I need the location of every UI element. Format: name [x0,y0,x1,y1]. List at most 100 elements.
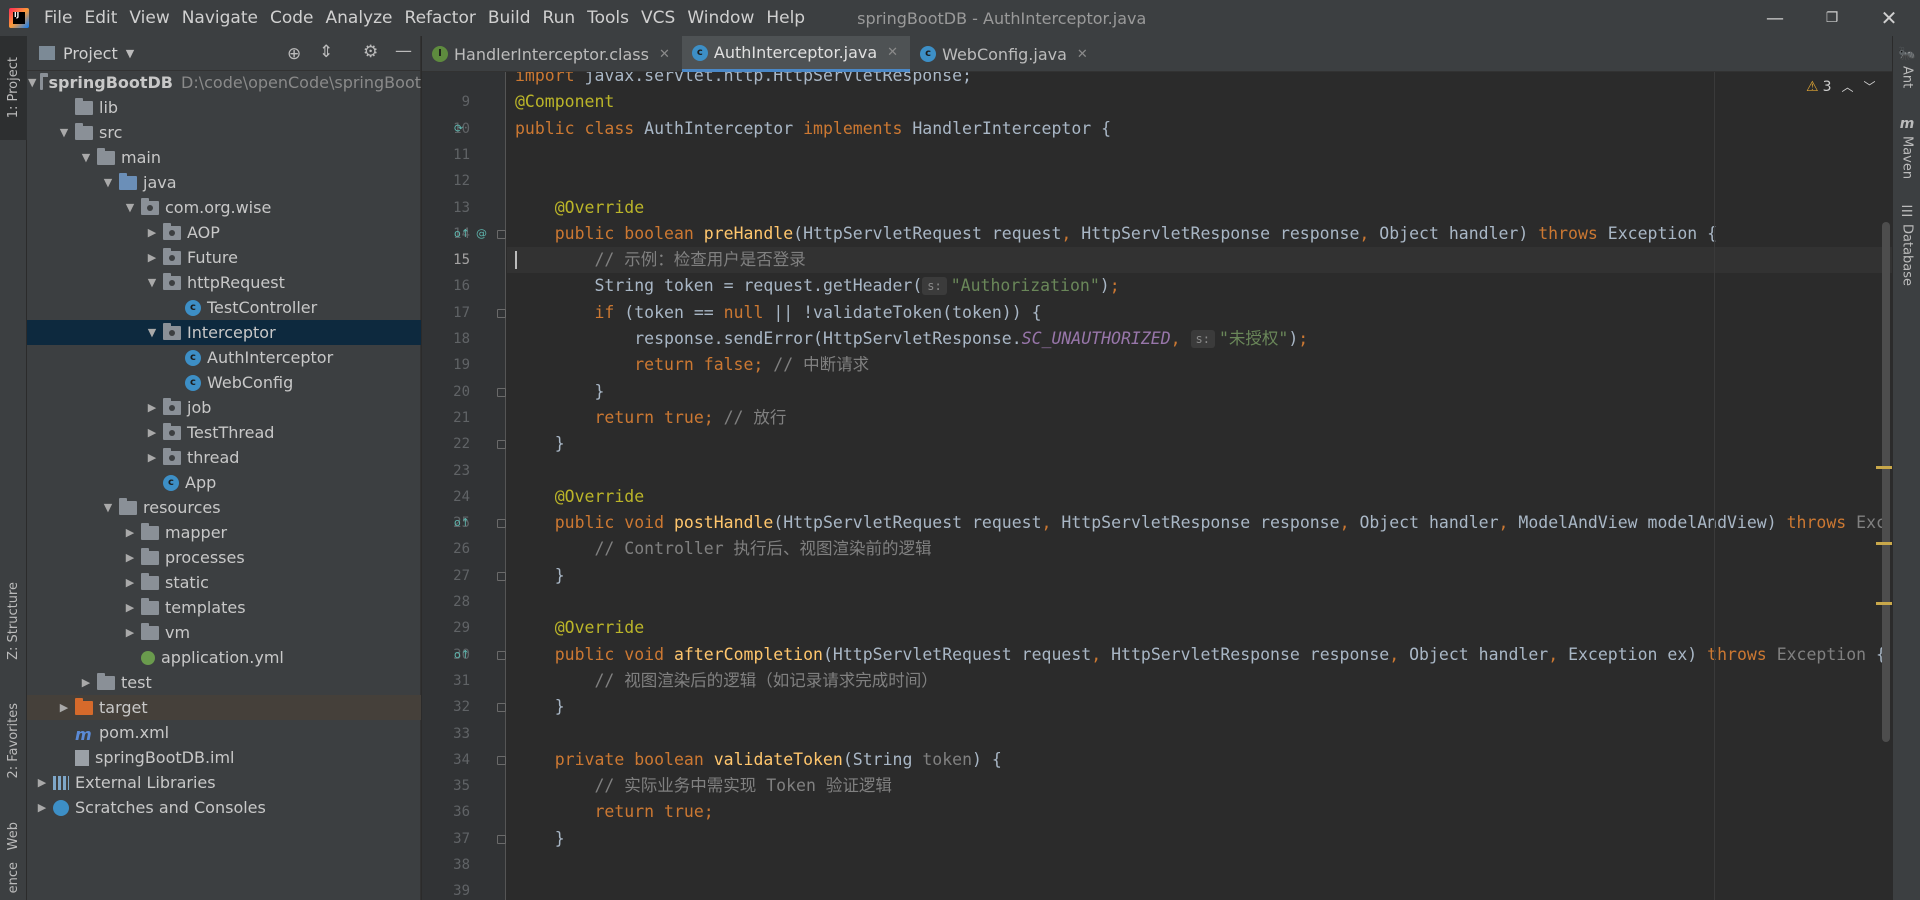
line-number[interactable]: 16 [444,273,470,299]
error-stripe-marker[interactable] [1876,466,1892,469]
chevron-down-icon[interactable]: ﹀ [1864,78,1876,95]
error-stripe-marker[interactable] [1876,542,1892,545]
line-number[interactable] [444,63,470,89]
chevron-down-icon[interactable]: ▼ [57,126,71,140]
fold-marker-icon[interactable] [497,650,506,660]
implements-method-icon[interactable]: o↑ [454,516,470,529]
tree-item[interactable]: ▶ AOP [27,220,421,245]
line-number[interactable]: 15 [444,247,470,273]
tree-item[interactable]: application.yml [27,645,421,670]
tree-item[interactable]: ▶ vm [27,620,421,645]
collapse-all-icon[interactable]: ⇕ [319,42,333,62]
project-view-selector[interactable]: Project [63,44,118,63]
chevron-right-icon[interactable]: ▶ [35,776,49,790]
line-number[interactable]: 26 [444,536,470,562]
spring-bean-icon[interactable]: ⟳ [454,122,463,135]
close-icon[interactable]: ✕ [1861,0,1917,36]
line-number[interactable]: 17 [444,300,470,326]
line-number[interactable]: 9 [444,89,470,115]
fold-marker-icon[interactable] [497,229,506,239]
menu-edit[interactable]: Edit [79,0,124,36]
chevron-right-icon[interactable]: ▶ [57,701,71,715]
tree-item[interactable]: ▶ static [27,570,421,595]
tree-item[interactable]: ▶ test [27,670,421,695]
tree-item[interactable]: c AuthInterceptor [27,345,421,370]
line-number[interactable]: 21 [444,405,470,431]
line-number[interactable]: 11 [444,142,470,168]
tree-item[interactable]: c App [27,470,421,495]
chevron-right-icon[interactable]: ▶ [123,601,137,615]
tree-item[interactable]: ▼ main [27,145,421,170]
close-tab-icon[interactable]: ✕ [659,47,670,62]
chevron-right-icon[interactable]: ▶ [145,226,159,240]
line-number[interactable]: 37 [444,826,470,852]
menu-refactor[interactable]: Refactor [400,0,483,36]
line-number[interactable]: 12 [444,168,470,194]
tree-item[interactable]: ▶ mapper [27,520,421,545]
line-number[interactable]: 38 [444,852,470,878]
tree-item[interactable]: ▶ TestThread [27,420,421,445]
line-number[interactable]: 35 [444,773,470,799]
line-number[interactable]: 27 [444,563,470,589]
chevron-down-icon[interactable]: ▼ [79,151,93,165]
chevron-right-icon[interactable]: ▶ [145,251,159,265]
chevron-right-icon[interactable]: ▶ [79,676,93,690]
menu-analyze[interactable]: Analyze [321,0,400,36]
fold-marker-icon[interactable] [497,308,506,318]
override-annotation-icon[interactable]: @ [476,227,487,240]
line-number[interactable]: 36 [444,799,470,825]
chevron-down-icon[interactable]: ▼ [28,76,36,90]
line-number[interactable]: 23 [444,458,470,484]
fold-marker-icon[interactable] [497,755,506,765]
gear-icon[interactable]: ⚙ [363,42,378,62]
chevron-right-icon[interactable]: ▶ [35,801,49,815]
tree-item[interactable]: ▶ External Libraries [27,770,421,795]
editor-tab[interactable]: c AuthInterceptor.java ✕ [681,36,911,72]
editor-tab[interactable]: c WebConfig.java ✕ [910,36,1100,72]
chevron-right-icon[interactable]: ▶ [123,576,137,590]
error-stripe-marker[interactable] [1876,602,1892,605]
implements-method-icon[interactable]: o↑ [454,648,470,661]
line-number[interactable]: 18 [444,326,470,352]
tree-item[interactable]: ▼ com.org.wise [27,195,421,220]
menu-view[interactable]: View [124,0,176,36]
locate-icon[interactable]: ⊕ [287,44,301,64]
line-number[interactable]: 19 [444,352,470,378]
chevron-down-icon[interactable]: ▼ [123,201,137,215]
tree-item[interactable]: springBootDB.iml [27,745,421,770]
chevron-right-icon[interactable]: ▶ [123,526,137,540]
chevron-down-icon[interactable]: ▼ [126,47,134,60]
fold-marker-icon[interactable] [497,703,506,713]
chevron-down-icon[interactable]: ▼ [145,326,159,340]
code-editor[interactable]: import javax.servlet.http.HttpServletRes… [507,72,1892,900]
line-number[interactable]: 32 [444,694,470,720]
tab-database[interactable]: ☰ Database [1893,204,1920,286]
chevron-right-icon[interactable]: ▶ [145,451,159,465]
line-number[interactable]: 24 [444,484,470,510]
line-number[interactable]: 22 [444,431,470,457]
tree-item[interactable]: ▶ Scratches and Consoles [27,795,421,820]
tree-item[interactable]: ▼ resources [27,495,421,520]
tree-item[interactable]: ▶ job [27,395,421,420]
restore-icon[interactable]: ❐ [1804,0,1860,36]
inspection-widget[interactable]: ⚠ 3 ︿ ﹀ [1806,78,1876,95]
fold-marker-icon[interactable] [497,834,506,844]
tree-item[interactable]: ▶ target [27,695,421,720]
tab-ant[interactable]: 🐜 Ant [1893,46,1920,88]
line-number[interactable]: 29 [444,615,470,641]
line-number[interactable]: 39 [444,878,470,900]
implements-method-icon[interactable]: o↑ [454,227,470,240]
line-number[interactable]: 13 [444,195,470,221]
chevron-right-icon[interactable]: ▶ [123,551,137,565]
menu-run[interactable]: Run [538,0,583,36]
tree-item[interactable]: c TestController [27,295,421,320]
tab-maven[interactable]: m Maven [1893,116,1920,179]
chevron-right-icon[interactable]: ▶ [145,401,159,415]
tree-item[interactable]: ▼ src [27,120,421,145]
fold-marker-icon[interactable] [497,387,506,397]
line-number[interactable]: 28 [444,589,470,615]
tree-item[interactable]: ▶ processes [27,545,421,570]
scrollbar-thumb[interactable] [1882,222,1890,742]
menu-help[interactable]: Help [761,0,812,36]
tab-structure[interactable]: Z: Structure [0,556,27,686]
